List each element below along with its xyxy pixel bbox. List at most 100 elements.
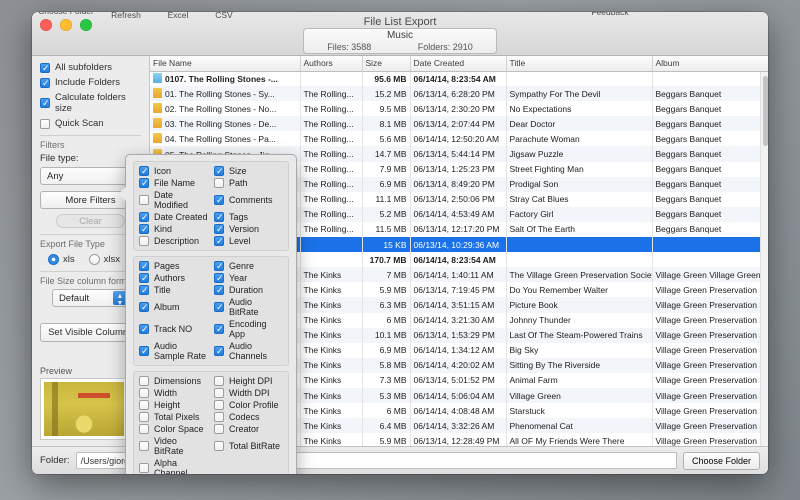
column-option-year[interactable]: Year xyxy=(214,272,283,284)
column-option-title[interactable]: Title xyxy=(139,284,208,296)
cell-size: 11.5 MB xyxy=(362,221,411,238)
path-control[interactable]: Music Files: 3588 Folders: 2910 xyxy=(303,28,497,54)
cell-size: 5.2 MB xyxy=(362,206,411,222)
table-row[interactable]: 04. The Rolling Stones - Pa... The Rollin… xyxy=(150,131,768,147)
column-option-album[interactable]: Album xyxy=(139,297,208,317)
column-option-height[interactable]: Height xyxy=(139,400,208,410)
cell-title: Animal Farm xyxy=(506,372,653,388)
column-option-color-space[interactable]: Color Space xyxy=(139,424,208,434)
column-option-genre[interactable]: Genre xyxy=(214,260,283,272)
cell-title: Factory Girl xyxy=(506,206,653,222)
cell-size: 6.9 MB xyxy=(362,342,411,358)
more-filters-label: More Filters xyxy=(65,194,116,206)
choose-folder-footer-button[interactable]: Choose Folder xyxy=(682,451,760,470)
column-option-track-no[interactable]: Track NO xyxy=(139,319,208,339)
column-option-icon[interactable]: Icon xyxy=(139,165,208,177)
column-option-width[interactable]: Width xyxy=(139,388,208,398)
checkbox-label: Encoding App xyxy=(229,319,267,339)
cell-size: 6.4 MB xyxy=(362,418,411,434)
column-option-path[interactable]: Path xyxy=(214,178,283,188)
column-option-alpha-channel[interactable]: Alpha Channel xyxy=(139,458,208,474)
column-option-file-name[interactable]: File Name xyxy=(139,177,208,189)
table-row[interactable]: 01. The Rolling Stones - Sy... The Rollin… xyxy=(150,86,768,102)
cell-authors: The Kinks xyxy=(300,433,363,446)
column-option-total-bitrate[interactable]: Total BitRate xyxy=(214,436,283,456)
csv-button[interactable]: CSV CSV xyxy=(192,12,256,20)
column-option-audio-sample-rate[interactable]: Audio Sample Rate xyxy=(139,341,208,361)
cell-size: 15 KB xyxy=(362,237,411,253)
cell-album: Beggars Banquet xyxy=(652,206,768,222)
choose-folder-button[interactable]: Choose Folder xyxy=(34,12,98,16)
checkbox-icon xyxy=(40,77,50,89)
column-option-duration[interactable]: Duration xyxy=(214,284,283,296)
scan-option-3[interactable]: Quick Scan xyxy=(40,118,141,129)
column-option-date-modified[interactable]: Date Modified xyxy=(139,190,208,210)
column-option-kind[interactable]: Kind xyxy=(139,223,208,235)
cell-size: 8.1 MB xyxy=(362,116,411,132)
column-option-size[interactable]: Size xyxy=(214,165,283,177)
cell-authors: The Kinks xyxy=(300,282,363,298)
column-header-size[interactable]: Size xyxy=(362,56,411,72)
cell-title: The Village Green Preservation Society xyxy=(506,267,653,283)
column-option-audio-channels[interactable]: Audio Channels xyxy=(214,341,283,361)
column-option-width-dpi[interactable]: Width DPI xyxy=(214,388,283,398)
column-header-date-created[interactable]: Date Created xyxy=(410,56,507,72)
visible-columns-popover: Icon Size File Name Path Date Modified Commen… xyxy=(118,154,297,474)
cell-size: 5.9 MB xyxy=(362,282,411,298)
scan-option-0[interactable]: All subfolders xyxy=(40,62,141,74)
radio-label: xls xyxy=(63,254,75,265)
column-option-audio-bitrate[interactable]: Audio BitRate xyxy=(214,297,283,317)
column-option-color-profile[interactable]: Color Profile xyxy=(214,400,283,410)
column-header-file-name[interactable]: File Name xyxy=(150,56,301,72)
scan-option-1[interactable]: Include Folders xyxy=(40,77,141,89)
column-option-dimensions[interactable]: Dimensions xyxy=(139,376,208,386)
table-row[interactable]: 03. The Rolling Stones - De... The Rollin… xyxy=(150,116,768,132)
scan-option-2[interactable]: Calculate folders size xyxy=(40,92,141,114)
cell-authors: The Rolling... xyxy=(300,86,363,102)
clear-button[interactable]: Clear xyxy=(56,214,125,228)
vertical-scrollbar[interactable] xyxy=(760,72,768,446)
cell-authors: The Kinks xyxy=(300,342,363,358)
column-option-date-created[interactable]: Date Created xyxy=(139,211,208,223)
cell-file-name: 01. The Rolling Stones - Sy... xyxy=(150,86,301,102)
column-option-level[interactable]: Level xyxy=(214,235,283,247)
checkbox-icon xyxy=(214,165,224,177)
size-format-select[interactable]: Default ▲ ▼ xyxy=(52,289,129,307)
column-option-video-bitrate[interactable]: Video BitRate xyxy=(139,436,208,456)
cell-authors: The Rolling... xyxy=(300,131,363,147)
cell-size: 6 MB xyxy=(362,312,411,328)
column-option-codecs[interactable]: Codecs xyxy=(214,412,283,422)
music-icon xyxy=(153,88,162,99)
column-option-total-pixels[interactable]: Total Pixels xyxy=(139,412,208,422)
export-radio-xls[interactable]: xls xyxy=(48,254,75,265)
cell-date-created: 06/13/14, 10:29:36 AM xyxy=(410,237,507,253)
export-radio-xlsx[interactable]: xlsx xyxy=(88,254,120,265)
column-option-tags[interactable]: Tags xyxy=(214,211,283,223)
table-row[interactable]: 0107. The Rolling Stones -... 95.6 MB 06/1… xyxy=(150,71,768,87)
checkbox-label: Path xyxy=(229,178,248,188)
column-option-height-dpi[interactable]: Height DPI xyxy=(214,376,283,386)
checkbox-icon xyxy=(214,388,224,398)
column-option-description[interactable]: Description xyxy=(139,236,208,246)
feedback-button[interactable]: ❝ Feedback xyxy=(578,12,642,17)
checkbox-icon xyxy=(214,272,224,284)
column-option-authors[interactable]: Authors xyxy=(139,272,208,284)
cell-title: Street Fighting Man xyxy=(506,161,653,177)
column-option-pages[interactable]: Pages xyxy=(139,260,208,272)
cell-date-created: 06/13/14, 5:44:14 PM xyxy=(410,146,507,162)
cell-title: Do You Remember Walter xyxy=(506,282,653,298)
checkbox-icon xyxy=(40,118,50,129)
cell-title: Dear Doctor xyxy=(506,116,653,132)
column-option-version[interactable]: Version xyxy=(214,223,283,235)
column-option-comments[interactable]: Comments xyxy=(214,190,283,210)
cell-size: 10.1 MB xyxy=(362,327,411,343)
column-header-authors[interactable]: Authors xyxy=(300,56,363,72)
column-header-title[interactable]: Title xyxy=(506,56,653,72)
checkbox-label: Codecs xyxy=(229,412,260,422)
column-option-encoding-app[interactable]: Encoding App xyxy=(214,319,283,339)
column-grid: Icon Size File Name Path Date Modified Commen… xyxy=(139,165,283,247)
table-row[interactable]: 02. The Rolling Stones - No... The Rollin… xyxy=(150,101,768,117)
column-header-album[interactable]: Album xyxy=(652,56,768,72)
column-option-creator[interactable]: Creator xyxy=(214,424,283,434)
scrollbar-thumb[interactable] xyxy=(762,76,768,146)
